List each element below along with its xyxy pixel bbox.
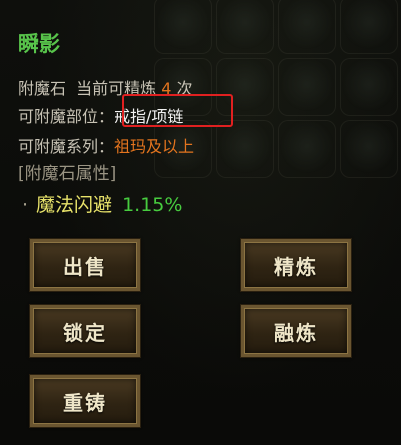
sell-button-label: 出售	[63, 254, 107, 279]
empty-slot	[154, 0, 212, 54]
lock-button-label: 锁定	[63, 320, 107, 345]
empty-slot	[340, 0, 398, 54]
empty-slot	[278, 0, 336, 54]
series-info-line: 可附魔系列：祖玛及以上	[18, 133, 194, 157]
item-name: 瞬影	[18, 32, 60, 56]
empty-slot	[278, 120, 336, 178]
attribute-row: · 魔法闪避 1.15%	[22, 190, 182, 217]
series-label: 可附魔系列：	[18, 137, 115, 156]
attributes-section-title: [附魔石属性]	[18, 164, 117, 184]
empty-slot	[340, 120, 398, 178]
sell-button[interactable]: 出售	[29, 238, 141, 292]
refine-button-label: 精炼	[274, 254, 318, 279]
refine-button[interactable]: 精炼	[240, 238, 352, 292]
empty-slot	[216, 0, 274, 54]
recast-button[interactable]: 重铸	[29, 374, 141, 428]
empty-slot	[216, 120, 274, 178]
recast-button-label: 重铸	[63, 390, 107, 415]
lock-button[interactable]: 锁定	[29, 304, 141, 358]
fuse-button-label: 融炼	[274, 320, 318, 345]
attribute-name: 魔法闪避	[36, 194, 113, 216]
item-tooltip-panel: 瞬影 附魔石 当前可精炼 4 次 可附魔部位：戒指/项链 可附魔系列：祖玛及以上…	[0, 0, 401, 445]
empty-slot	[278, 58, 336, 116]
highlight-box	[122, 94, 233, 127]
fuse-button[interactable]: 融炼	[240, 304, 352, 358]
empty-slot	[340, 58, 398, 116]
attribute-value: 1.15%	[122, 194, 183, 216]
bullet: ·	[22, 194, 29, 216]
slot-label: 可附魔部位：	[18, 107, 115, 126]
series-value: 祖玛及以上	[114, 137, 195, 156]
